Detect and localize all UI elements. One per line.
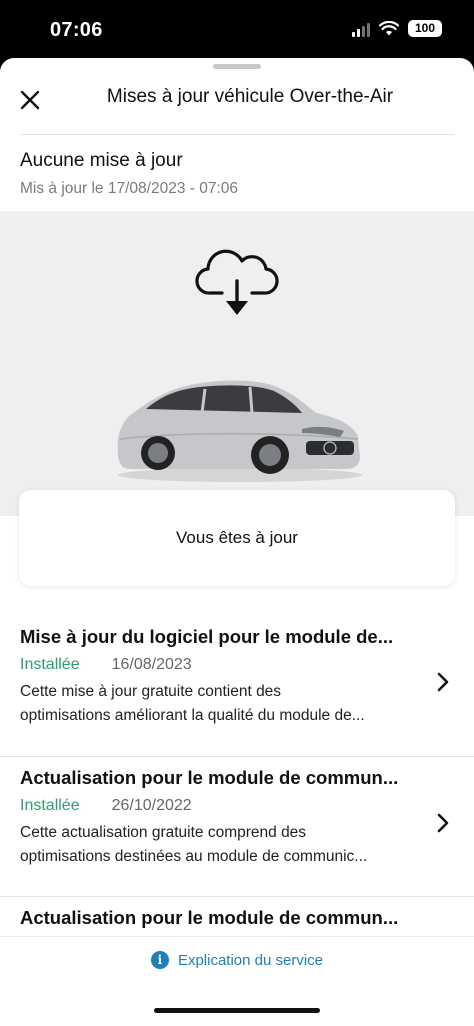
- chevron-right-icon: [437, 672, 449, 692]
- wifi-icon: [379, 21, 399, 36]
- update-description-line: Cette actualisation gratuite comprend de…: [20, 824, 307, 841]
- update-description: Cette actualisation gratuite comprend de…: [20, 821, 416, 869]
- footer: i Explication du service: [0, 936, 474, 1026]
- service-explanation-link[interactable]: i Explication du service: [0, 951, 474, 969]
- update-meta: Installée 26/10/2022: [20, 797, 416, 815]
- battery-indicator: 100: [408, 20, 442, 37]
- update-description-line: Cette mise à jour gratuite contient des: [20, 683, 282, 700]
- header: Mises à jour véhicule Over-the-Air: [0, 76, 474, 134]
- summary-title: Aucune mise à jour: [20, 150, 183, 171]
- service-explanation-label: Explication du service: [177, 951, 324, 969]
- cellular-signal-icon: [352, 21, 370, 37]
- vehicle-hero: [0, 211, 474, 516]
- update-status: Installée: [20, 797, 80, 814]
- status-bar: 07:06 100: [0, 0, 474, 58]
- last-checked-text: Mis à jour le 17/08/2023 - 07:06: [20, 180, 238, 197]
- update-list-item[interactable]: Mise à jour du logiciel pour le module d…: [0, 616, 474, 756]
- up-to-date-text: Vous êtes à jour: [176, 528, 298, 547]
- ota-updates-sheet: Mises à jour véhicule Over-the-Air Aucun…: [0, 58, 474, 1026]
- update-meta: Installée 16/08/2023: [20, 656, 416, 674]
- update-title: Actualisation pour le module de commun..…: [20, 767, 399, 788]
- update-summary: Aucune mise à jour Mis à jour le 17/08/2…: [20, 150, 460, 198]
- update-list-item[interactable]: Actualisation pour le module de commun..…: [0, 756, 474, 896]
- update-date: 16/08/2023: [111, 656, 192, 673]
- status-icons: 100: [352, 20, 442, 37]
- info-icon: i: [150, 951, 169, 969]
- page-title: Mises à jour véhicule Over-the-Air: [106, 86, 394, 107]
- sheet-grabber[interactable]: [213, 64, 261, 69]
- home-indicator: [154, 1008, 320, 1013]
- update-title: Actualisation pour le module de commun..…: [20, 907, 399, 928]
- update-date: 26/10/2022: [111, 797, 192, 814]
- update-title: Mise à jour du logiciel pour le module d…: [20, 626, 394, 647]
- cloud-download-icon: [195, 249, 279, 315]
- chevron-right-icon: [437, 813, 449, 833]
- vehicle-image: [117, 380, 362, 482]
- divider: [20, 134, 454, 135]
- up-to-date-card: Vous êtes à jour: [19, 490, 455, 586]
- update-description-line: optimisations améliorant la qualité du m…: [20, 707, 365, 724]
- update-status: Installée: [20, 656, 80, 673]
- update-description-line: optimisations destinées au module de com…: [20, 848, 368, 865]
- update-description: Cette mise à jour gratuite contient des …: [20, 680, 416, 728]
- status-time: 07:06: [50, 19, 103, 41]
